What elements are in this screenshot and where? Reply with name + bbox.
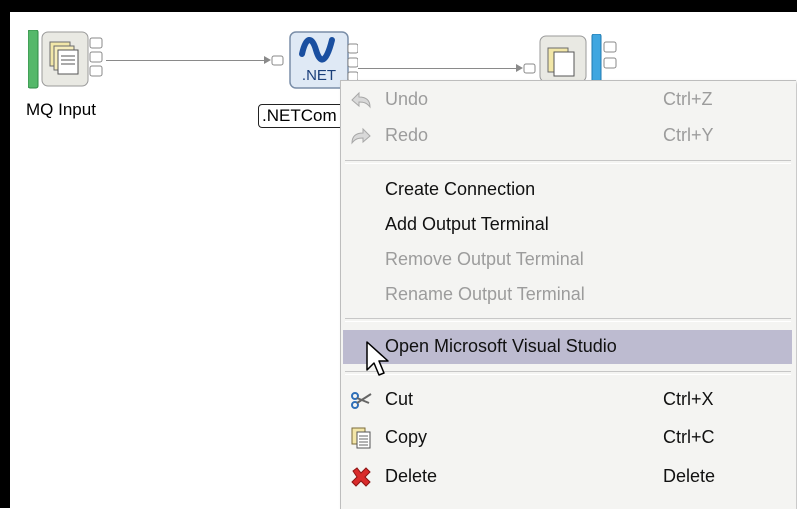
menu-item-remove-output-terminal[interactable]: Remove Output Terminal [341,243,796,277]
scissors-icon [351,392,372,409]
menu-item-rename-output-terminal[interactable]: Rename Output Terminal [341,278,796,312]
menu-item-shortcut: Ctrl+X [663,389,714,409]
copy-icon [351,427,371,449]
menu-item-create-connection[interactable]: Create Connection [341,173,796,207]
undo-icon [351,91,371,109]
mq-input-label: MQ Input [26,100,96,119]
menu-item-label: Remove Output Terminal [385,249,584,269]
menu-item-undo[interactable]: Undo Ctrl+Z [341,83,796,117]
menu-item-redo[interactable]: Redo Ctrl+Y [341,119,796,153]
terminal-in-icon [271,55,284,66]
menu-item-label: Open Microsoft Visual Studio [385,336,617,356]
menu-item-label: Add Output Terminal [385,214,549,234]
context-menu: Undo Ctrl+Z Redo Ctrl+Y Create Connectio… [340,80,796,509]
menu-item-delete[interactable]: Delete Delete [341,460,796,494]
menu-item-label: Create Connection [385,179,536,199]
menu-item-add-output-terminal[interactable]: Add Output Terminal [341,208,796,242]
net-logo-text: .NET [302,67,336,84]
menu-item-label: Undo [385,89,429,109]
connection-arrowhead [516,64,523,72]
connection-mq-to-net[interactable] [106,60,266,61]
redo-icon [351,127,371,145]
window-frame-left [0,0,10,508]
menu-item-copy[interactable]: Copy Ctrl+C [341,421,796,455]
connection-net-to-output[interactable] [358,68,518,69]
menu-item-shortcut: Ctrl+Y [663,125,714,145]
menu-separator [345,371,791,375]
delete-icon [351,467,371,487]
window-frame-top [0,0,797,12]
mq-output-node-icon [539,33,617,83]
menu-item-label: Redo [385,125,429,145]
menu-item-open-visual-studio[interactable]: Open Microsoft Visual Studio [343,330,792,364]
menu-item-label: Cut [385,389,414,409]
menu-item-shortcut: Ctrl+Z [663,89,713,109]
mq-output-node[interactable] [538,33,618,83]
menu-item-label: Delete [385,466,438,486]
connection-arrowhead [264,56,271,64]
mq-input-node-icon [27,29,103,89]
menu-item-cut[interactable]: Cut Ctrl+X [341,383,796,417]
mq-input-node[interactable] [27,29,108,90]
menu-item-shortcut: Delete [663,466,716,486]
menu-separator [345,160,791,164]
menu-item-label: Rename Output Terminal [385,284,585,304]
menu-item-shortcut: Ctrl+C [663,427,715,447]
menu-item-label: Copy [385,427,428,447]
net-compute-label[interactable]: .NETCom [258,104,350,128]
terminal-in-icon [523,63,536,74]
mouse-pointer-icon [366,341,389,376]
menu-separator [345,318,791,322]
